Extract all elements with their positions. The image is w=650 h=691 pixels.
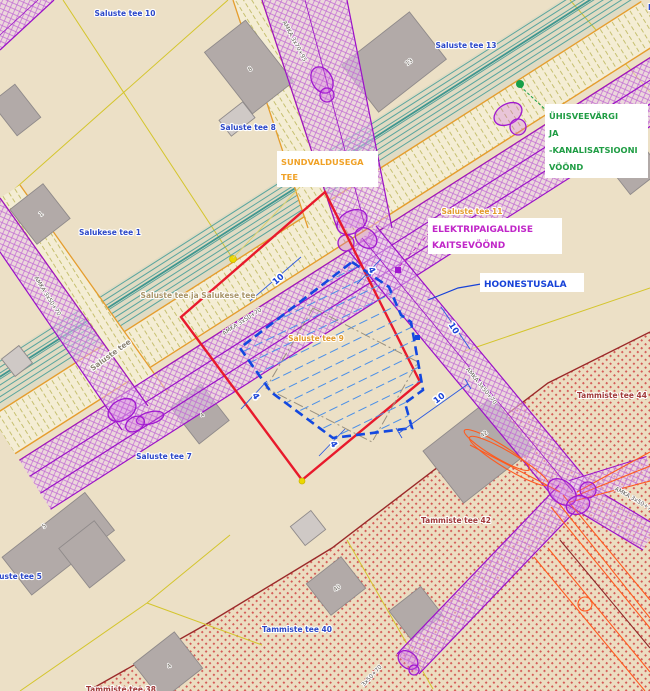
callout-text: -KANALISATSIOONI [549,145,638,155]
parcel-label: Saluste tee 9 [288,334,344,343]
parcel-label: Saluste tee 13 [436,41,497,50]
parcel-label: Saluste tee 11 [442,207,503,216]
servitude-node-dot2 [299,478,305,484]
parcel-label: Saluste tee 8 [220,123,276,132]
electric-node-dot [395,267,401,273]
parcel-label: Saluste tee 10 [95,9,156,18]
callout-hoonestusala: HOONESTUSALA [480,273,584,292]
servitude-node-dot [230,256,237,263]
parcel-label: Tammiste tee 40 [262,625,332,634]
parcel-label: Saluste tee 7 [136,452,192,461]
water-node-dot [516,80,524,88]
callout-text: KAITSEVÖÖND [432,240,505,251]
callout-text: TEE [281,172,298,182]
parcel-label: Salukese tee 1 [79,228,141,237]
parcel-label: Tammiste tee 42 [421,516,491,525]
callout-elekter: ELEKTRIPAIGALDISE KAITSEVÖÖND [428,218,562,254]
callout-text: HOONESTUSALA [484,280,567,290]
callout-text: ELEKTRIPAIGALDISE [432,225,533,235]
map-canvas: SUNDVALDUSEGA TEE ÜHISVEEVÄRGI JA -KANAL… [0,0,650,691]
envelope-node-dot [415,335,420,340]
callout-text: SUNDVALDUSEGA [281,157,364,167]
road-name-label: Saluste tee ja Salukese tee [141,291,256,300]
callout-sundvaldusega: SUNDVALDUSEGA TEE [277,151,378,187]
parcel-label: Tammiste tee 38 [86,685,156,691]
parcel-label: Saluste tee 5 [0,572,42,581]
detail-plan-map: SUNDVALDUSEGA TEE ÜHISVEEVÄRGI JA -KANAL… [0,0,650,691]
callout-text: ÜHISVEEVÄRGI [549,111,618,121]
callout-uhisveevark: ÜHISVEEVÄRGI JA -KANALISATSIOONI VÖÖND [545,104,648,178]
callout-text: VÖÖND [549,162,583,172]
parcel-label: Tammiste tee 44 [577,391,647,400]
callout-text: JA [548,128,559,138]
